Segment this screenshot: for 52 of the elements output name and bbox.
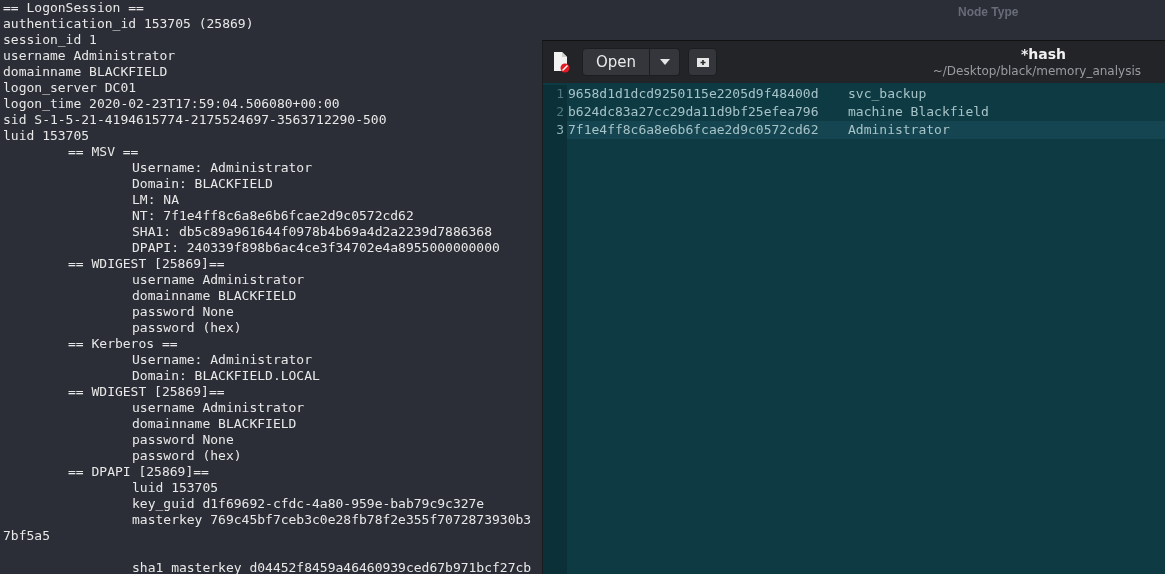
terminal-line: masterkey 769c45bf7ceb3c0e28fb78f2e355f7072873930b3 <box>132 512 532 528</box>
terminal-line: logon_time 2020-02-23T17:59:04.506080+00:00 <box>3 96 340 112</box>
terminal-line: == WDIGEST [25869]== <box>68 384 225 400</box>
terminal-line: LM: NA <box>132 192 179 208</box>
terminal-line: == LogonSession == <box>3 0 144 16</box>
terminal-line: Domain: BLACKFIELD.LOCAL <box>132 368 320 384</box>
document-icon <box>552 51 570 73</box>
terminal-line: username Administrator <box>132 272 305 288</box>
line-number: 1 <box>555 85 565 103</box>
terminal-line: password None <box>132 432 234 448</box>
caret-icon <box>659 59 670 65</box>
terminal-line: == Kerberos == <box>68 336 178 352</box>
dropdown-button[interactable] <box>650 48 680 76</box>
terminal-line: Username: Administrator <box>132 160 312 176</box>
terminal-line: DPAPI: 240339f898b6ac4ce3f34702e4a8955000000000 <box>132 240 500 256</box>
terminal-line: luid 153705 <box>132 480 219 496</box>
terminal-line: key_guid d1f69692-cfdc-4a80-959e-bab79c9c327e <box>132 496 485 512</box>
hash-text: 9658d1d1dcd9250115e2205d9f48400d <box>568 85 820 103</box>
terminal-line: == WDIGEST [25869]== <box>68 256 225 272</box>
terminal-line: 7bf5a5 <box>3 528 50 544</box>
plus-icon <box>695 56 710 68</box>
terminal-line: password (hex) <box>132 320 242 336</box>
terminal-line: logon_server DC01 <box>3 80 137 96</box>
terminal-line: SHA1: db5c89a961644f0978b4b69a4d2a2239d7886368 <box>132 224 493 240</box>
terminal-line: username Administrator <box>3 48 176 64</box>
column-header: Node Type <box>958 5 1019 19</box>
terminal-line: password (hex) <box>132 448 242 464</box>
line-number: 2 <box>555 103 565 121</box>
account-name: Administrator <box>848 121 950 139</box>
terminal-line: NT: 7f1e4ff8c6a8e6b6fcae2d9c0572cd62 <box>132 208 414 224</box>
hash-text: 7f1e4ff8c6a8e6b6fcae2d9c0572cd62 <box>568 121 820 139</box>
open-button[interactable]: Open <box>582 48 650 76</box>
terminal-line: domainname BLACKFIELD <box>132 416 297 432</box>
line-number: 3 <box>555 121 565 139</box>
new-tab-button[interactable] <box>688 48 717 76</box>
terminal-line: Domain: BLACKFIELD <box>132 176 273 192</box>
window-title: *hash <box>1020 46 1066 62</box>
terminal-line: username Administrator <box>132 400 305 416</box>
hash-text: b624dc83a27cc29da11d9bf25efea796 <box>568 103 820 121</box>
terminal-line: Username: Administrator <box>132 352 312 368</box>
file-path: ~/Desktop/black/memory_analysis <box>932 64 1141 78</box>
terminal-line: luid 153705 <box>3 128 90 144</box>
terminal-line: domainname BLACKFIELD <box>3 64 168 80</box>
account-name: svc_backup <box>848 85 927 103</box>
terminal-line: password None <box>132 304 234 320</box>
account-name: machine Blackfield <box>848 103 989 121</box>
terminal-line: domainname BLACKFIELD <box>132 288 297 304</box>
terminal-line: == DPAPI [25869]== <box>68 464 209 480</box>
terminal-line: session_id 1 <box>3 32 97 48</box>
terminal-line: sid S-1-5-21-4194615774-2175524697-3563712290-500 <box>3 112 387 128</box>
terminal-line: == MSV == <box>68 144 139 160</box>
terminal-line: authentication_id 153705 (25869) <box>3 16 254 32</box>
